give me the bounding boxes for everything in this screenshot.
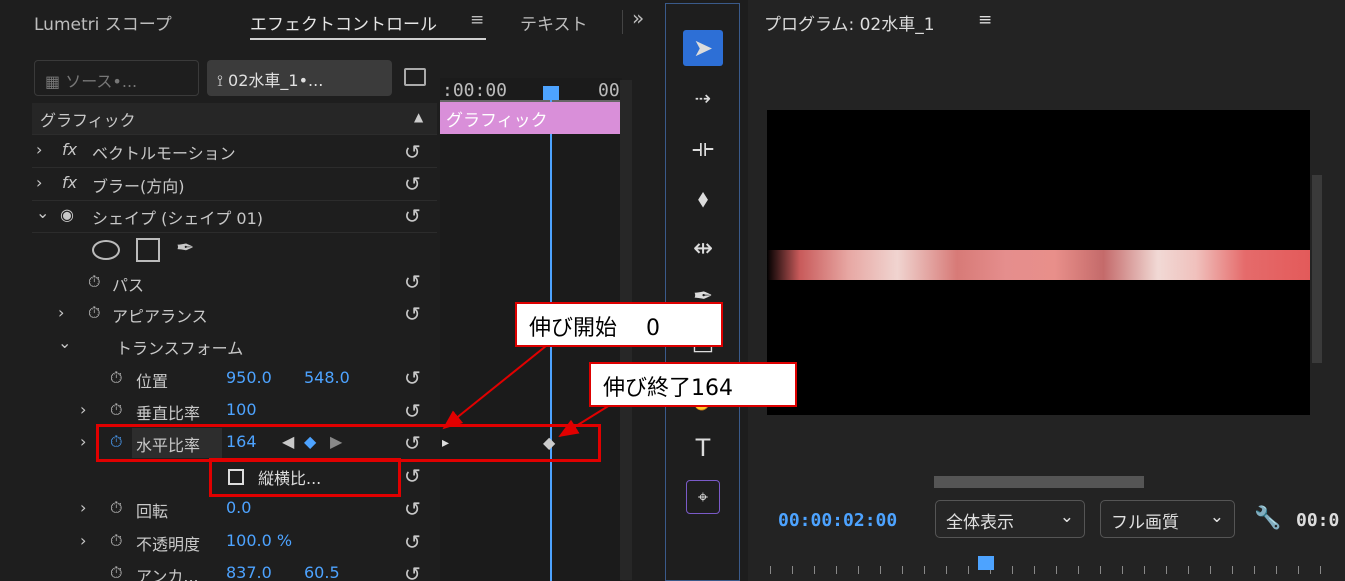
callout-start: 伸び開始 0: [515, 302, 723, 347]
arrow-to-end-keyframe: [558, 404, 611, 438]
annotation-arrows: [442, 345, 611, 438]
callout-end: 伸び終了164: [589, 362, 797, 407]
arrow-to-start-keyframe: [442, 345, 547, 430]
